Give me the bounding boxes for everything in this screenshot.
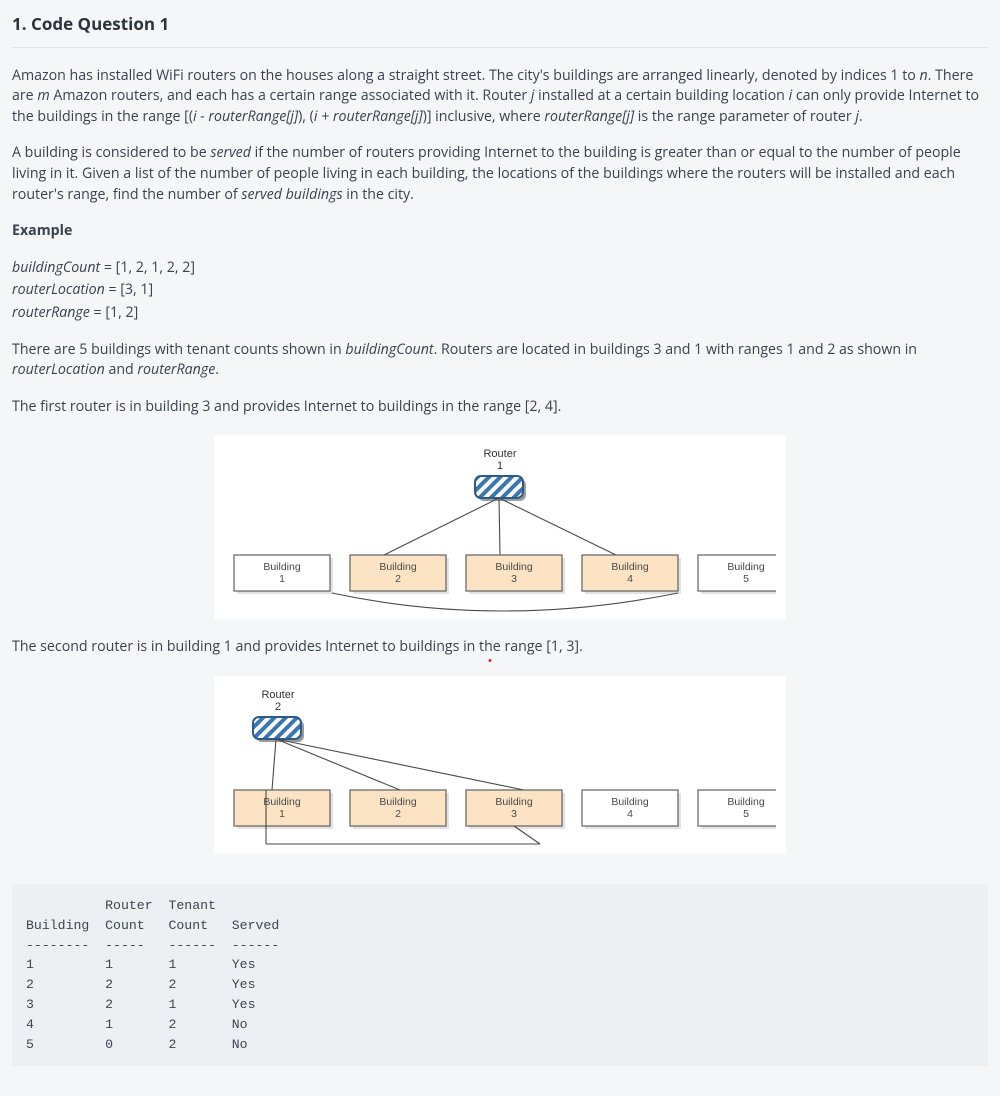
svg-text:5: 5 — [743, 573, 749, 585]
svg-text:Building: Building — [611, 796, 649, 808]
router-label: Router — [261, 689, 294, 701]
router-label: Router — [483, 448, 516, 460]
svg-text:Building: Building — [727, 561, 765, 573]
router-num: 1 — [497, 460, 503, 472]
svg-text:Building: Building — [727, 796, 765, 808]
building-4: Building 4 — [582, 790, 681, 829]
diagram-2: Router 2 Building 1 Building 2 Building … — [214, 676, 786, 854]
svg-text:4: 4 — [627, 573, 633, 585]
separator — [12, 47, 988, 48]
building-4: Building 4 — [582, 555, 681, 594]
svg-text:Building: Building — [379, 561, 417, 573]
building-3: Building 3 — [466, 555, 565, 594]
router-num: 2 — [275, 701, 281, 713]
svg-text:2: 2 — [395, 573, 401, 585]
intro-paragraph-1: Amazon has installed WiFi routers on the… — [12, 66, 988, 128]
svg-text:Building: Building — [495, 796, 533, 808]
first-router-paragraph: The first router is in building 3 and pr… — [12, 397, 988, 418]
svg-text:1: 1 — [279, 573, 285, 585]
building-1: Building 1 — [234, 555, 333, 594]
svg-text:Building: Building — [495, 561, 533, 573]
building-5: Building 5 — [698, 555, 776, 594]
intro-paragraph-2: A building is considered to be served if… — [12, 143, 988, 205]
svg-text:2: 2 — [395, 808, 401, 820]
svg-text:Building: Building — [263, 561, 301, 573]
svg-text:1: 1 — [279, 808, 285, 820]
diagram-1: Router 1 Building 1 Building 2 Building … — [214, 435, 786, 619]
served-table: Router Tenant Building Count Count Serve… — [12, 884, 988, 1066]
svg-text:3: 3 — [511, 808, 517, 820]
example-rr: routerRange = [1, 2] — [12, 303, 988, 324]
building-5: Building 5 — [698, 790, 776, 829]
building-1: Building 1 — [234, 790, 333, 829]
svg-text:3: 3 — [511, 573, 517, 585]
svg-text:Building: Building — [611, 561, 649, 573]
second-router-paragraph: The second router is in building 1 and p… — [12, 637, 988, 658]
example-heading: Example — [12, 221, 988, 242]
there-are-paragraph: There are 5 buildings with tenant counts… — [12, 340, 988, 381]
building-2: Building 2 — [350, 555, 449, 594]
router-box — [253, 717, 301, 739]
svg-text:Building: Building — [263, 796, 301, 808]
router-box — [475, 476, 523, 498]
building-3: Building 3 — [466, 790, 565, 829]
svg-text:4: 4 — [627, 808, 633, 820]
example-bc: buildingCount = [1, 2, 1, 2, 2] — [12, 258, 988, 279]
svg-text:5: 5 — [743, 808, 749, 820]
building-2: Building 2 — [350, 790, 449, 829]
question-title: 1. Code Question 1 — [12, 12, 988, 37]
svg-text:Building: Building — [379, 796, 417, 808]
range-arc — [332, 593, 678, 611]
example-rl: routerLocation = [3, 1] — [12, 280, 988, 301]
